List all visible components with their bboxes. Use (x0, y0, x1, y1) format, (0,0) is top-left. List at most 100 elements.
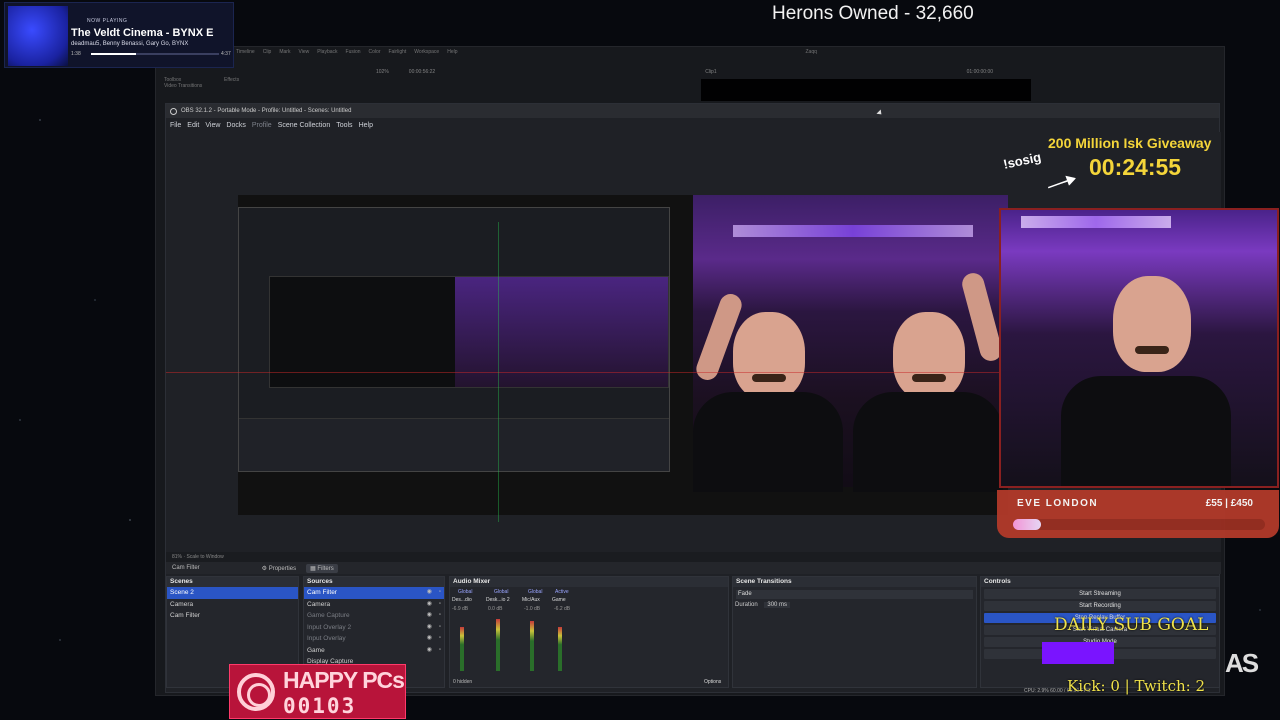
properties-button[interactable]: ⚙ Properties (262, 565, 296, 572)
transition-duration-row: Duration 300 ms (733, 602, 976, 608)
editor-timeline-timecode: 01:00:00:00 (966, 69, 994, 75)
menu-docks[interactable]: Docks (226, 122, 245, 129)
lock-icon[interactable]: ▫ (439, 633, 441, 645)
menu-view[interactable]: View (205, 122, 220, 129)
mixer-options-button[interactable]: Options (704, 679, 721, 685)
camera-feed (693, 195, 1008, 492)
eye-icon[interactable]: ◉ (427, 610, 432, 622)
editor-panel-item[interactable]: Effects (224, 77, 239, 83)
duration-input[interactable]: 300 ms (764, 602, 791, 608)
alignment-guide (166, 372, 1006, 373)
eye-icon[interactable]: ◉ (427, 622, 432, 634)
editor-timecode: 00:00:56:22 (408, 69, 436, 75)
track-duration: 4:37 (221, 51, 231, 57)
volume-meter (530, 621, 534, 671)
eye-icon[interactable]: ◉ (427, 587, 432, 599)
source-item[interactable]: Input Overlay ◉ ▫ (304, 633, 444, 645)
head (893, 312, 965, 400)
head (733, 312, 805, 400)
led-strip (1021, 216, 1171, 228)
menu-help[interactable]: Help (359, 122, 373, 129)
menu-profile[interactable]: Profile (252, 122, 272, 129)
mixer-global-tag: Global (494, 589, 509, 595)
editor-menu-item[interactable]: Playback (317, 49, 337, 57)
album-art (8, 6, 68, 66)
lock-icon[interactable]: ▫ (439, 622, 441, 634)
nested-docks (239, 418, 669, 471)
obs-menubar: File Edit View Docks Profile Scene Colle… (166, 118, 1219, 132)
herons-counter: Herons Owned - 32,660 (772, 3, 974, 24)
track-elapsed: 1:38 (71, 51, 81, 57)
scenes-title: Scenes (167, 577, 298, 587)
editor-menu-item[interactable]: Color (369, 49, 381, 57)
mixer-channel-name: Des...dio (452, 597, 472, 603)
head (1113, 276, 1191, 372)
editor-panel-item[interactable]: Video Transitions (164, 83, 304, 89)
scene-item[interactable]: Cam Filter (167, 610, 298, 622)
controls-title: Controls (981, 577, 1219, 587)
scene-item[interactable]: Scene 2 (167, 587, 298, 599)
mixer-active-tag: Active (555, 589, 569, 595)
lock-icon[interactable]: ▫ (439, 610, 441, 622)
volume-meter (496, 619, 500, 671)
editor-menu-item[interactable]: Timeline (236, 49, 255, 57)
mixer-channel-name: Desk...io 2 (486, 597, 510, 603)
eye-icon[interactable]: ◉ (427, 645, 432, 657)
source-item[interactable]: Input Overlay 2 ◉ ▫ (304, 622, 444, 634)
editor-menu-item[interactable]: Fairlight (388, 49, 406, 57)
track-progress-fill (91, 53, 136, 55)
goal-name: EVE LONDON (1017, 498, 1099, 509)
donation-goal: EVE LONDON £55 | £450 (997, 490, 1279, 538)
editor-menu-item[interactable]: Clip (263, 49, 272, 57)
lock-icon[interactable]: ▫ (439, 599, 441, 611)
shirt (853, 392, 1003, 492)
transition-select[interactable]: Fade (736, 590, 973, 599)
track-progress (91, 53, 219, 55)
selected-source-label: Cam Filter (172, 565, 200, 571)
mixer-channel-name: Mic/Aux (522, 597, 540, 603)
obs-titlebar: OBS 32.1.2 - Portable Mode - Profile: Un… (166, 104, 1219, 118)
mustache (1135, 346, 1169, 354)
editor-menu-item[interactable]: Workspace (414, 49, 439, 57)
start-recording-button[interactable]: Start Recording (984, 601, 1216, 611)
menu-edit[interactable]: Edit (187, 122, 199, 129)
editor-menu-item[interactable]: Fusion (346, 49, 361, 57)
editor-menu-item[interactable]: Mark (279, 49, 290, 57)
mixer-channel-name: Game (552, 597, 566, 603)
source-item[interactable]: Camera ◉ ▫ (304, 599, 444, 611)
eye-icon[interactable]: ◉ (427, 599, 432, 611)
editor-menu-item[interactable]: Help (447, 49, 457, 57)
audio-mixer-dock: Audio Mixer Global Global Global Active … (449, 576, 729, 688)
happy-pcs-logo (237, 673, 275, 711)
mixer-level: -6.9 dB (452, 606, 469, 612)
streamer-figure-2 (853, 242, 1005, 492)
menu-file[interactable]: File (170, 122, 181, 129)
follower-counts: Kick: 0 | Twitch: 2 (1067, 677, 1206, 695)
start-streaming-button[interactable]: Start Streaming (984, 589, 1216, 599)
source-item[interactable]: Game ◉ ▫ (304, 645, 444, 657)
scene-item[interactable]: Camera (167, 599, 298, 611)
audio-mixer-title: Audio Mixer (450, 577, 728, 587)
shirt (1061, 376, 1231, 486)
menu-tools[interactable]: Tools (336, 122, 352, 129)
mixer-global-tag: Global (528, 589, 543, 595)
editor-menu-item[interactable]: View (298, 49, 309, 57)
daily-sub-bar (1042, 642, 1114, 664)
eye-icon[interactable]: ◉ (427, 633, 432, 645)
obs-logo-icon (170, 107, 177, 115)
editor-menubar: Timeline Clip Mark View Playback Fusion … (156, 47, 1224, 59)
lock-icon[interactable]: ▫ (439, 587, 441, 599)
obs-window-title: OBS 32.1.2 - Portable Mode - Profile: Un… (181, 108, 352, 114)
shirt (693, 392, 843, 492)
menu-scene-collection[interactable]: Scene Collection (278, 122, 331, 129)
source-item[interactable]: Game Capture ◉ ▫ (304, 610, 444, 622)
filters-button[interactable]: ▦ Filters (306, 563, 338, 573)
preview-status: 81% · Scale to Window (166, 552, 1221, 562)
led-strip (733, 225, 973, 237)
source-item[interactable]: Cam Filter ◉ ▫ (304, 587, 444, 599)
mustache (752, 374, 786, 382)
transitions-title: Scene Transitions (733, 577, 976, 587)
mixer-level: 0.0 dB (488, 606, 503, 612)
mixer-level: -6.2 dB (554, 606, 571, 612)
lock-icon[interactable]: ▫ (439, 645, 441, 657)
